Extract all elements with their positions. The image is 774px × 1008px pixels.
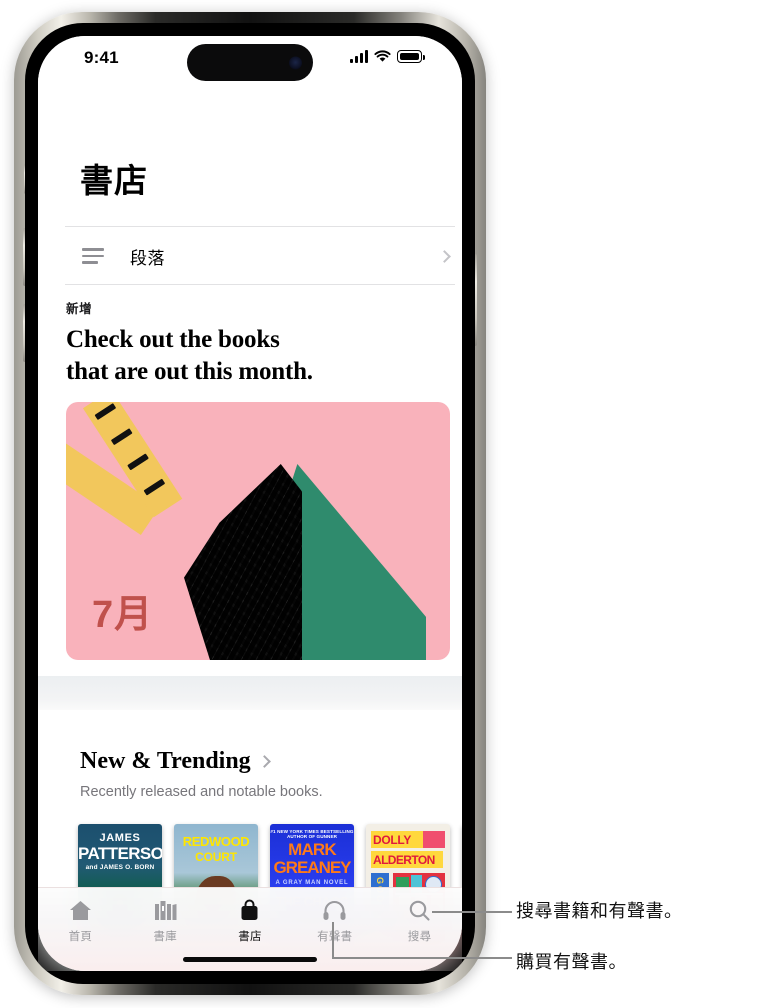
book-series-label: A GRAY MAN NOVEL [275,880,349,886]
divider-top [65,226,455,227]
callout-leader-audiobooks-horizontal [332,957,512,959]
paragraph-row-label: 段落 [130,248,165,268]
section-title: New & Trending [80,748,251,774]
book-author-line2: ALDERTON [373,853,435,867]
phone-screen: 9:41 書店 段落 新增 Check out the books that a… [38,36,462,971]
featured-card-new[interactable]: 新增 Check out the books that are out this… [66,298,450,660]
battery-full-icon [397,50,425,63]
books-icon [153,897,178,923]
chevron-right-icon[interactable] [257,755,271,768]
book-author-line1: JAMES [99,832,141,844]
page-title: 書店 [80,162,148,199]
book-title-line1: REDWOOD [182,834,250,849]
section-separator-band [38,676,462,710]
tab-book-store[interactable]: 書店 [208,897,293,944]
section-header-new-trending[interactable]: New & Trending [80,748,271,775]
book-author-line3: and JAMES O. BORN [85,864,155,871]
chevron-right-icon[interactable] [438,249,451,263]
artwork-month-label: 7月 [92,594,154,636]
pink-blurb-box [423,831,445,848]
tab-audiobooks[interactable]: 有聲書 [292,897,377,944]
callout-leader-search [432,911,512,913]
book-author-line1: MARK [288,840,337,859]
featured-title-line2: that are out this month. [66,358,313,385]
featured-title: Check out the books that are out this mo… [66,324,450,388]
book-blurb: #1 NEW YORK TIMES BESTSELLING AUTHOR OF … [270,829,354,839]
featured-carousel[interactable]: 新增 Check out the books that are out this… [38,298,462,688]
book-title-line2: COURT [195,850,237,864]
home-icon [68,897,93,923]
featured-artwork-july[interactable]: 7月 [66,402,450,660]
cellular-bars-icon [350,49,368,63]
paragraph-row[interactable]: 段落 [65,228,455,284]
featured-kicker: 新增 [66,302,93,316]
home-indicator[interactable] [183,957,317,962]
mountain-photo-shape [184,464,302,660]
featured-title-line1: Check out the books [66,326,280,353]
tab-library-label: 書庫 [153,931,177,943]
book-author-line2: PATTERSON [78,844,162,863]
callout-search-label: 搜尋書籍和有聲書。 [516,901,683,921]
tab-home[interactable]: 首頁 [38,897,123,944]
divider-bottom [65,284,455,285]
tab-search[interactable]: 搜尋 [377,897,462,944]
bag-icon [237,897,262,923]
paragraph-lines-icon [82,248,108,264]
phone-bezel: 9:41 書店 段落 新增 Check out the books that a… [25,23,475,984]
status-bar-time: 9:41 [84,48,119,67]
tab-library[interactable]: 書庫 [123,897,208,944]
callout-audiobooks-label: 購買有聲書。 [516,952,627,972]
tab-audiobooks-label: 有聲書 [317,931,353,943]
tab-book-store-label: 書店 [238,931,262,943]
iphone-frame: 9:41 書店 段落 新增 Check out the books that a… [14,12,486,995]
headphones-icon [322,897,347,923]
wifi-icon [374,50,391,63]
book-author-line2: GREANEY [273,858,351,877]
front-camera-icon [289,56,302,69]
status-bar-indicators [350,49,425,63]
tab-home-label: 首頁 [68,931,93,943]
search-icon [407,897,432,923]
tab-search-label: 搜尋 [407,931,432,943]
callout-leader-audiobooks-vertical [332,922,334,958]
book-author-line1: DOLLY [373,833,412,847]
books-app: 書店 段落 新增 Check out the books that are ou… [38,36,462,971]
status-bar: 9:41 [38,36,462,88]
screenshot-root: 9:41 書店 段落 新增 Check out the books that a… [0,0,774,1008]
dynamic-island [187,44,313,81]
section-subtitle: Recently released and notable books. [80,784,323,800]
